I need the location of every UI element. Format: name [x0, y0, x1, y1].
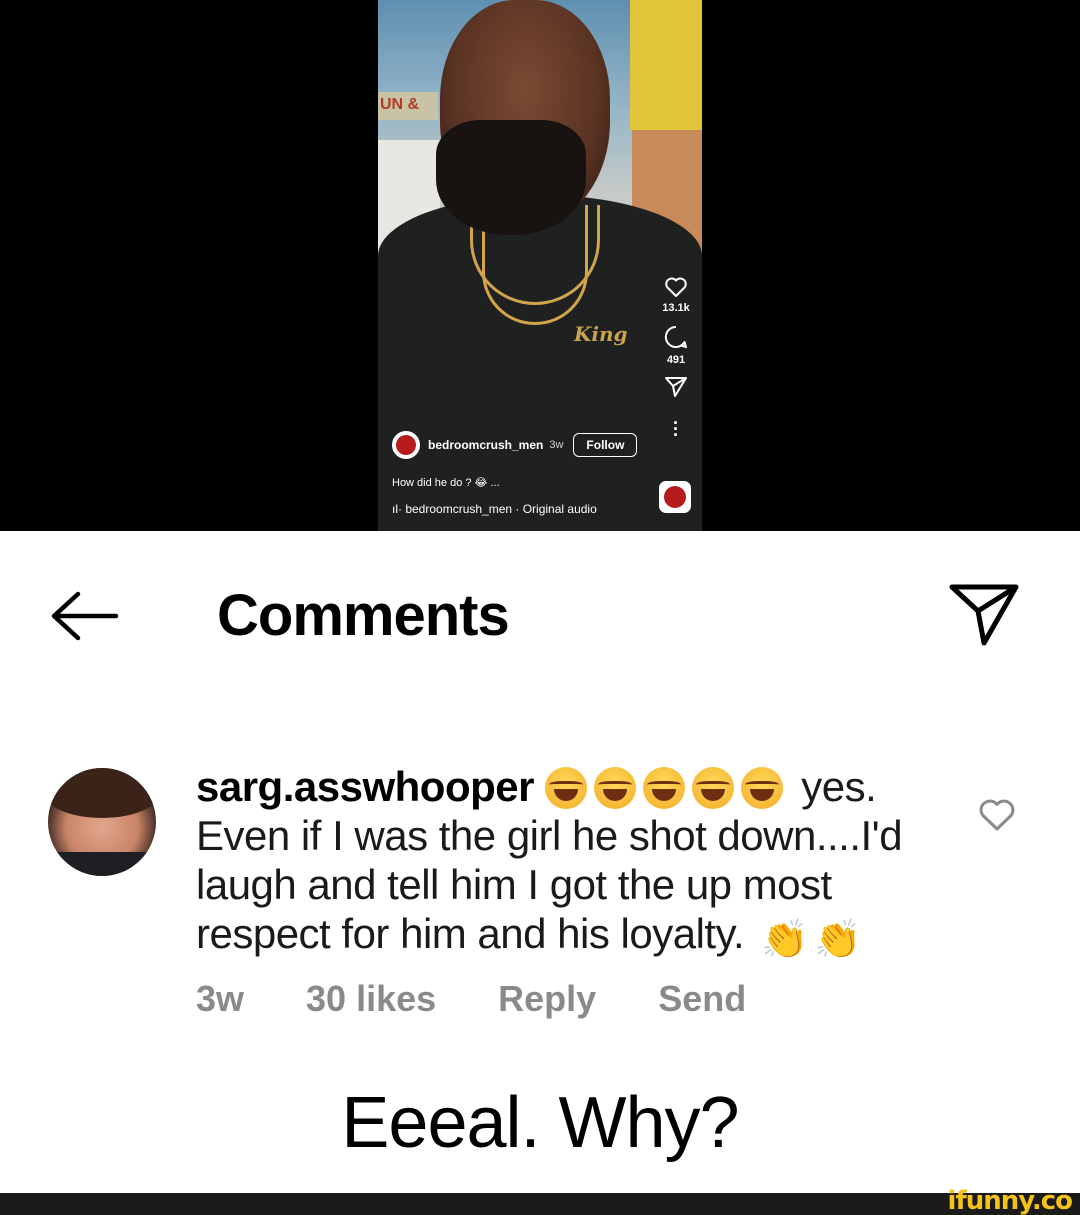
page-title: Comments	[217, 583, 510, 648]
share-icon[interactable]	[948, 583, 1020, 652]
audio-logo	[664, 486, 686, 508]
laugh-emoji-icon	[643, 767, 686, 809]
comment-action[interactable]: 491	[646, 324, 702, 366]
poster-row: bedroomcrush_men 3w Follow	[392, 431, 638, 459]
laugh-emoji-icon	[692, 767, 735, 809]
comment-meta: 3w 30 likes Reply Send	[196, 978, 808, 1020]
clap-emoji-icon: 👏	[814, 919, 861, 961]
comment-time: 3w	[196, 978, 245, 1019]
comments-count: 491	[666, 354, 686, 366]
reel-actions: 13.1k 491 · · ·	[646, 276, 702, 444]
share-action[interactable]	[646, 376, 702, 398]
send-icon[interactable]	[664, 376, 688, 398]
reply-button[interactable]: Reply	[498, 978, 596, 1020]
more-icon[interactable]: · · ·	[646, 414, 702, 444]
laugh-emoji-icon	[545, 767, 588, 809]
laugh-emoji-icon	[741, 767, 784, 809]
clap-emoji-icon: 👏	[761, 919, 809, 961]
heart-icon[interactable]	[978, 798, 1016, 837]
poster-avatar[interactable]	[392, 431, 420, 459]
avatar-hair	[48, 768, 156, 818]
person-beard	[436, 120, 586, 235]
background-sign: UN &	[378, 92, 438, 120]
follow-button[interactable]: Follow	[573, 433, 638, 457]
back-arrow-icon[interactable]	[48, 588, 120, 649]
like-action[interactable]: 13.1k	[646, 276, 702, 314]
audio-thumbnail[interactable]	[659, 481, 691, 513]
likes-count: 13.1k	[662, 302, 690, 314]
commenter-avatar[interactable]	[48, 768, 156, 876]
background-wall	[630, 0, 702, 130]
comment-likes[interactable]: 30 likes	[306, 978, 436, 1020]
video-player[interactable]: UN & King 13.1k 491 · · · bedroomcrush_m…	[378, 0, 702, 531]
send-button[interactable]: Send	[658, 978, 746, 1020]
comment-icon[interactable]	[663, 324, 689, 350]
video-background: UN & King 13.1k 491 · · · bedroomcrush_m…	[0, 0, 1080, 531]
avatar-shirt	[48, 852, 156, 876]
shirt-logo: King	[574, 322, 628, 346]
poster-username[interactable]: bedroomcrush_men	[428, 438, 543, 452]
meme-caption: Eeeal. Why?	[341, 1083, 739, 1163]
footer-bar	[0, 1193, 1080, 1215]
heart-outline-icon[interactable]	[664, 276, 688, 298]
comment-text: sarg.asswhooper yes. Even if I was the g…	[196, 762, 916, 965]
poster-logo	[396, 435, 416, 455]
comment-username[interactable]: sarg.asswhooper	[196, 763, 534, 810]
video-caption[interactable]: How did he do ? 😂 ...	[392, 476, 500, 489]
watermark-logo: ifunny.co	[947, 1186, 1073, 1215]
laugh-emoji-icon	[594, 767, 637, 809]
poster-time: 3w	[549, 439, 564, 451]
audio-info[interactable]: ıl· bedroomcrush_men · Original audio	[392, 502, 597, 516]
